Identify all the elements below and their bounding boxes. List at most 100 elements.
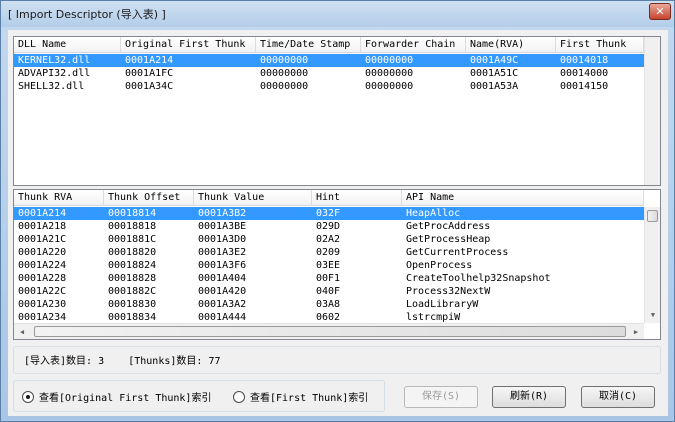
thunk-table-cell: 0001A224: [18, 260, 67, 271]
thunk-table-row[interactable]: 0001A218 00018818 0001A3BE 029D GetProcAddre…: [14, 220, 644, 233]
thunk-table-cell: 0001A21C: [18, 234, 67, 245]
thunk-table-cell: 0001A228: [18, 273, 67, 284]
dll-table-cell: 00014150: [560, 81, 609, 92]
thunk-list-view[interactable]: Thunk RVA Thunk Offset Thunk Value Hint API …: [13, 189, 661, 340]
thunk-table-cell: 02A2: [316, 234, 341, 245]
thunk-table-cell: GetCurrentProcess: [406, 247, 509, 258]
thunk-table-cell: 0001A420: [198, 286, 247, 297]
radio-first-thunk[interactable]: 查看[First Thunk]索引: [233, 389, 368, 404]
thunk-table-cell: 00018818: [108, 221, 157, 232]
thunk-table-cell: 0001A3A2: [198, 299, 247, 310]
dll-column-header[interactable]: Time/Date Stamp: [256, 37, 361, 53]
dll-column-header[interactable]: Original First Thunk: [121, 37, 256, 53]
scroll-right-icon[interactable]: ▶: [628, 324, 644, 339]
thunk-table-cell: LoadLibraryW: [406, 299, 479, 310]
thunk-horizontal-scrollbar[interactable]: ◀ ▶: [14, 323, 644, 339]
radio-original-first-thunk[interactable]: 查看[Original First Thunk]索引: [22, 389, 211, 404]
thunk-table-cell: 0001A3F6: [198, 260, 247, 271]
thunk-table-cell: 0001A3E2: [198, 247, 247, 258]
dll-table-cell: 0001A214: [125, 55, 174, 66]
thunk-table-row[interactable]: 0001A224 00018824 0001A3F6 03EE OpenProcess: [14, 259, 644, 272]
window-title: [ Import Descriptor (导入表) ]: [8, 8, 166, 21]
dll-table-cell: ADVAPI32.dll: [18, 68, 91, 79]
thunk-table-cell: CreateToolhelp32Snapshot: [406, 273, 551, 284]
thunk-table-cell: 032F: [316, 208, 341, 219]
thunk-table-row[interactable]: 0001A230 00018830 0001A3A2 03A8 LoadLibraryW: [14, 298, 644, 311]
thunk-table-cell: 0001A230: [18, 299, 67, 310]
dll-list-rows: KERNEL32.dll 0001A214 00000000 00000000 0001…: [14, 54, 644, 93]
dll-table-cell: KERNEL32.dll: [18, 55, 91, 66]
dll-table-cell: 00014018: [560, 55, 609, 66]
thunk-table-cell: Process32NextW: [406, 286, 491, 297]
thunk-column-header[interactable]: API Name: [402, 190, 644, 206]
radio-first-thunk-label: 查看[First Thunk]索引: [250, 393, 369, 404]
thunk-column-header[interactable]: Thunk Value: [194, 190, 312, 206]
dll-table-cell: 0001A49C: [470, 55, 519, 66]
dll-vertical-scrollbar[interactable]: [644, 37, 660, 185]
dll-table-cell: 00000000: [260, 68, 309, 79]
thunk-table-row[interactable]: 0001A21C 0001881C 0001A3D0 02A2 GetProcessHe…: [14, 233, 644, 246]
dll-column-header[interactable]: First Thunk: [556, 37, 644, 53]
thunk-table-cell: 03A8: [316, 299, 341, 310]
thunk-table-cell: 0001A218: [18, 221, 67, 232]
thunk-table-cell: HeapAlloc: [406, 208, 461, 219]
scroll-down-icon[interactable]: ▼: [645, 307, 660, 323]
thunk-table-cell: 00018824: [108, 260, 157, 271]
thunk-table-cell: 00018828: [108, 273, 157, 284]
status-panel: [导入表]数目: 3 [Thunks]数目: 77: [13, 346, 661, 374]
thunks-count-label: [Thunks]数目:: [128, 356, 203, 367]
thunk-table-cell: 0001882C: [108, 286, 157, 297]
radio-checked-icon: [22, 390, 34, 403]
thunk-table-cell: 00018814: [108, 208, 157, 219]
dll-table-cell: 0001A34C: [125, 81, 174, 92]
thunk-table-cell: GetProcAddress: [406, 221, 491, 232]
dll-list-header: DLL Name Original First Thunk Time/Date St…: [14, 37, 644, 53]
dll-table-cell: 0001A51C: [470, 68, 519, 79]
thunk-table-row[interactable]: 0001A228 00018828 0001A404 00F1 CreateToolhe…: [14, 272, 644, 285]
thunk-column-header[interactable]: Thunk Offset: [104, 190, 194, 206]
dll-table-cell: 00000000: [365, 55, 414, 66]
import-count-value: 3: [98, 356, 105, 367]
thunk-table-row[interactable]: 0001A220 00018820 0001A3E2 0209 GetCurrentPr…: [14, 246, 644, 259]
thunk-table-cell: 00F1: [316, 273, 341, 284]
dll-table-row[interactable]: SHELL32.dll 0001A34C 00000000 00000000 0001A…: [14, 80, 644, 93]
thunk-table-row[interactable]: 0001A214 00018814 0001A3B2 032F HeapAlloc: [14, 207, 644, 220]
dll-column-header[interactable]: Forwarder Chain: [361, 37, 466, 53]
thunk-table-cell: 00018820: [108, 247, 157, 258]
thunk-table-cell: 029D: [316, 221, 341, 232]
thunk-column-header[interactable]: Thunk RVA: [14, 190, 104, 206]
dll-table-row[interactable]: KERNEL32.dll 0001A214 00000000 00000000 0001…: [14, 54, 644, 67]
dll-column-header[interactable]: DLL Name: [14, 37, 121, 53]
refresh-button[interactable]: 刷新(R): [492, 386, 566, 408]
thunk-table-row[interactable]: 0001A22C 0001882C 0001A420 040F Process32Nex…: [14, 285, 644, 298]
thunk-table-cell: 00018830: [108, 299, 157, 310]
dialog-body: DLL Name Original First Thunk Time/Date St…: [8, 30, 668, 416]
thunk-table-cell: 040F: [316, 286, 341, 297]
radio-unchecked-icon: [233, 390, 245, 403]
dll-column-header[interactable]: Name(RVA): [466, 37, 556, 53]
close-button[interactable]: ✕: [649, 3, 671, 20]
thunk-vertical-scrollbar[interactable]: ▲ ▼: [644, 207, 660, 323]
dll-list-view[interactable]: DLL Name Original First Thunk Time/Date St…: [13, 36, 661, 186]
thunk-table-cell: OpenProcess: [406, 260, 473, 271]
scroll-left-icon[interactable]: ◀: [14, 324, 30, 339]
thunk-table-cell: 0001A220: [18, 247, 67, 258]
thunk-table-cell: 0001A404: [198, 273, 247, 284]
dll-table-cell: 00000000: [260, 55, 309, 66]
thunk-table-cell: 03EE: [316, 260, 341, 271]
dll-table-row[interactable]: ADVAPI32.dll 0001A1FC 00000000 00000000 0001…: [14, 67, 644, 80]
vertical-scroll-thumb[interactable]: [647, 210, 658, 222]
dll-table-cell: 0001A1FC: [125, 68, 174, 79]
title-bar[interactable]: [ Import Descriptor (导入表) ] ✕: [1, 1, 674, 27]
thunk-table-cell: GetProcessHeap: [406, 234, 491, 245]
thunk-table-cell: 0001A3D0: [198, 234, 247, 245]
import-descriptor-window: [ Import Descriptor (导入表) ] ✕ DLL Name Or…: [0, 0, 675, 422]
horizontal-scroll-thumb[interactable]: [34, 326, 626, 337]
dll-table-cell: SHELL32.dll: [18, 81, 85, 92]
thunk-table-cell: 0001A22C: [18, 286, 67, 297]
save-button[interactable]: 保存(S): [404, 386, 478, 408]
status-text: [导入表]数目: 3 [Thunks]数目: 77: [24, 352, 220, 367]
cancel-button[interactable]: 取消(C): [581, 386, 655, 408]
thunk-column-header[interactable]: Hint: [312, 190, 402, 206]
dll-table-cell: 00014000: [560, 68, 609, 79]
